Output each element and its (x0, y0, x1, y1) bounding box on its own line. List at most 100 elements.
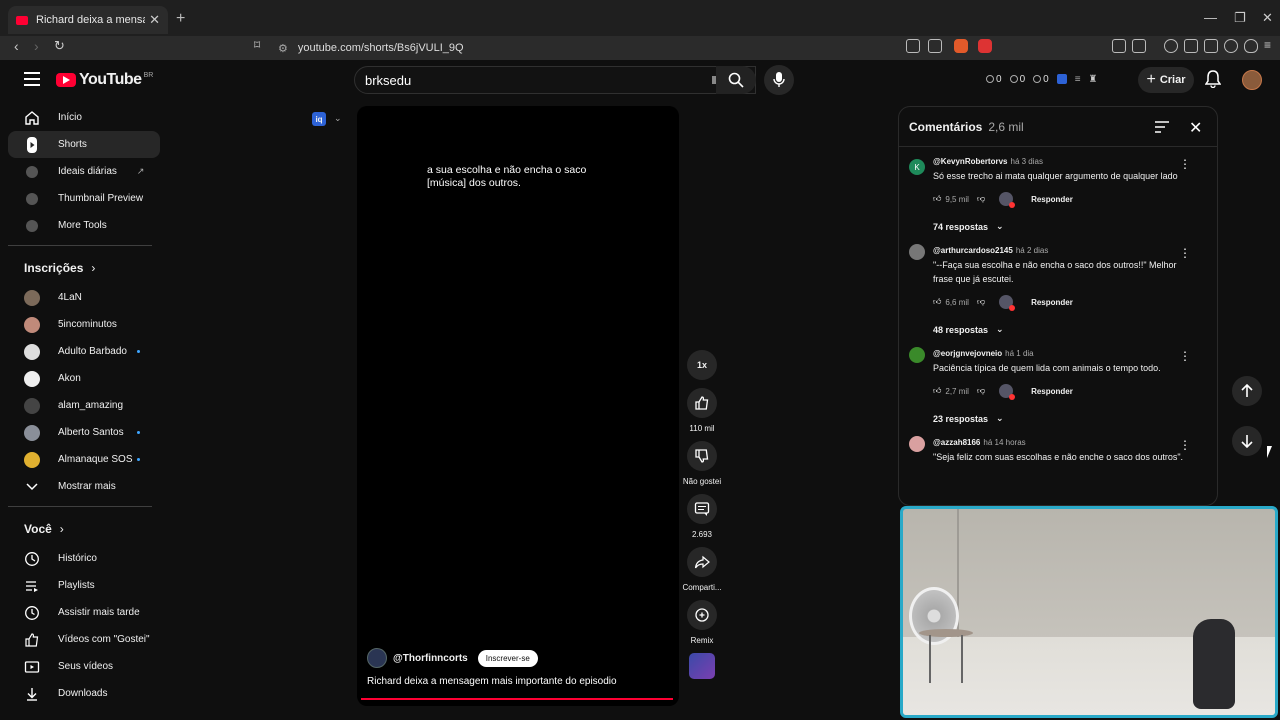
bookmark-icon[interactable]: ⌑ (254, 38, 260, 52)
share-action[interactable]: Comparti... (680, 547, 724, 592)
replies-toggle[interactable]: 74 respostas ⌄ (933, 221, 1217, 232)
share-page-icon[interactable] (928, 39, 942, 53)
sidebar-item-liked-videos[interactable]: Vídeos com "Gostei" (8, 626, 160, 653)
sidebar-item-ideais[interactable]: Ideais diárias ↗ (8, 158, 160, 185)
chevron-down-icon[interactable]: ⌄ (334, 113, 342, 124)
vidiq-icon[interactable] (1056, 74, 1067, 84)
vpn-icon[interactable] (1244, 39, 1258, 53)
brave-shield-icon[interactable] (954, 39, 968, 53)
sidebar-item-subscription[interactable]: Adulto Barbado (8, 338, 160, 365)
cast-icon[interactable] (906, 39, 920, 53)
back-icon[interactable]: ‹ (14, 38, 19, 54)
list-icon[interactable]: ≡ (1075, 74, 1081, 85)
search-button[interactable] (716, 66, 756, 94)
more-options-icon[interactable]: ⋮ (1179, 349, 1191, 363)
comments-button[interactable] (687, 494, 717, 524)
video-progress-bar[interactable] (361, 698, 673, 700)
hamburger-menu-icon[interactable] (24, 72, 40, 86)
notifications-bell-icon[interactable] (1205, 70, 1221, 88)
vidiq-badge-icon[interactable]: iq (312, 112, 326, 126)
sidebar-item-thumbnail-preview[interactable]: Thumbnail Preview (8, 185, 160, 212)
like-button[interactable] (687, 388, 717, 418)
extension-icon[interactable] (1132, 39, 1146, 53)
dislike-icon[interactable]: 👎︎ (977, 194, 985, 204)
site-info-icon[interactable]: ⚙ (278, 42, 288, 55)
dislike-icon[interactable]: 👎︎ (977, 386, 985, 396)
extensions-icon[interactable] (1112, 39, 1126, 53)
like-icon[interactable]: 👍︎ (933, 297, 941, 307)
comment-time[interactable]: há 1 dia (1005, 349, 1033, 358)
sidebar-item-subscription[interactable]: Akon (8, 365, 160, 392)
sidebar-item-your-videos[interactable]: Seus vídeos (8, 653, 160, 680)
reload-icon[interactable]: ↻ (54, 38, 65, 54)
subscriptions-header[interactable]: Inscrições › (8, 252, 160, 284)
channel-name[interactable]: @Thorfinncorts (393, 653, 468, 664)
reply-button[interactable]: Responder (1031, 195, 1073, 204)
sidebar-item-playlists[interactable]: Playlists (8, 572, 160, 599)
like-icon[interactable]: 👍︎ (933, 194, 941, 204)
brave-rewards-icon[interactable] (978, 39, 992, 53)
commenter-avatar[interactable] (909, 244, 925, 260)
like-action[interactable]: 110 mil (680, 388, 724, 433)
address-bar[interactable]: ⚙ youtube.com/shorts/Bs6jVULI_9Q (278, 38, 898, 58)
close-window-icon[interactable]: ✕ (1262, 10, 1273, 26)
sidebar-item-inicio[interactable]: Início (8, 104, 160, 131)
share-button[interactable] (687, 547, 717, 577)
comments-action[interactable]: 2.693 (680, 494, 724, 539)
youtube-logo[interactable]: YouTube BR (56, 71, 153, 89)
wallet-icon[interactable] (1204, 39, 1218, 53)
comment-time[interactable]: há 3 dias (1011, 157, 1043, 166)
browser-tab[interactable]: Richard deixa a mensagem mais ✕ (8, 6, 168, 34)
sidebar-item-downloads[interactable]: Downloads (8, 680, 160, 707)
sort-icon[interactable] (1155, 121, 1169, 133)
replies-toggle[interactable]: 23 respostas ⌄ (933, 413, 1217, 424)
comment-time[interactable]: há 14 horas (983, 438, 1025, 447)
minimize-icon[interactable]: — (1204, 10, 1217, 25)
commenter-avatar[interactable]: K (909, 159, 925, 175)
sound-thumbnail[interactable] (689, 653, 715, 679)
account-avatar[interactable] (1242, 70, 1262, 90)
you-header[interactable]: Você › (8, 513, 160, 545)
previous-short-button[interactable] (1232, 376, 1262, 406)
dislike-icon[interactable]: 👎︎ (977, 297, 985, 307)
voice-search-button[interactable] (764, 65, 794, 95)
ai-icon[interactable] (1224, 39, 1238, 53)
music-icon[interactable] (1164, 39, 1178, 53)
menu-icon[interactable]: ≡ (1264, 38, 1271, 52)
commenter-avatar[interactable] (909, 436, 925, 452)
sidebar-item-subscription[interactable]: 5incominutos (8, 311, 160, 338)
search-box[interactable]: brksedu ✕ (354, 66, 756, 94)
sound-action[interactable] (680, 653, 724, 679)
dislike-action[interactable]: Não gostei (680, 441, 724, 486)
sidebar-item-subscription[interactable]: 4LaN (8, 284, 160, 311)
replies-toggle[interactable]: 48 respostas ⌄ (933, 324, 1217, 335)
show-more-button[interactable]: Mostrar mais (8, 473, 160, 500)
new-tab-icon[interactable]: + (176, 10, 185, 28)
sidebar-item-more-tools[interactable]: More Tools (8, 212, 160, 239)
reply-button[interactable]: Responder (1031, 387, 1073, 396)
forward-icon[interactable]: › (34, 38, 39, 54)
like-icon[interactable]: 👍︎ (933, 386, 941, 396)
sidebar-item-subscription[interactable]: alam_amazing (8, 392, 160, 419)
more-options-icon[interactable]: ⋮ (1179, 438, 1191, 452)
more-options-icon[interactable]: ⋮ (1179, 246, 1191, 260)
trophy-icon[interactable]: ♜ (1089, 74, 1098, 85)
subscribe-button[interactable]: Inscrever-se (477, 649, 538, 667)
remix-action[interactable]: Remix (680, 600, 724, 645)
comment-author[interactable]: @azzah8166 (933, 438, 980, 447)
create-button[interactable]: + Criar (1138, 67, 1194, 93)
close-tab-icon[interactable]: ✕ (149, 12, 160, 28)
sidebar-item-subscription[interactable]: Alberto Santos (8, 419, 160, 446)
search-input[interactable]: brksedu (365, 73, 712, 88)
sidebar-item-historico[interactable]: Histórico (8, 545, 160, 572)
video-title[interactable]: Richard deixa a mensagem mais importante… (367, 676, 617, 687)
speed-control[interactable]: 1x (680, 350, 724, 380)
sidebar-item-watch-later[interactable]: Assistir mais tarde (8, 599, 160, 626)
channel-avatar[interactable] (367, 648, 387, 668)
comment-author[interactable]: @arthurcardoso2145 (933, 246, 1013, 255)
speed-button[interactable]: 1x (687, 350, 717, 380)
comment-author[interactable]: @KevynRobertorvs (933, 157, 1008, 166)
close-icon[interactable]: ✕ (1189, 118, 1202, 138)
restore-icon[interactable]: ❐ (1234, 10, 1246, 26)
sidebar-item-shorts[interactable]: Shorts (8, 131, 160, 158)
